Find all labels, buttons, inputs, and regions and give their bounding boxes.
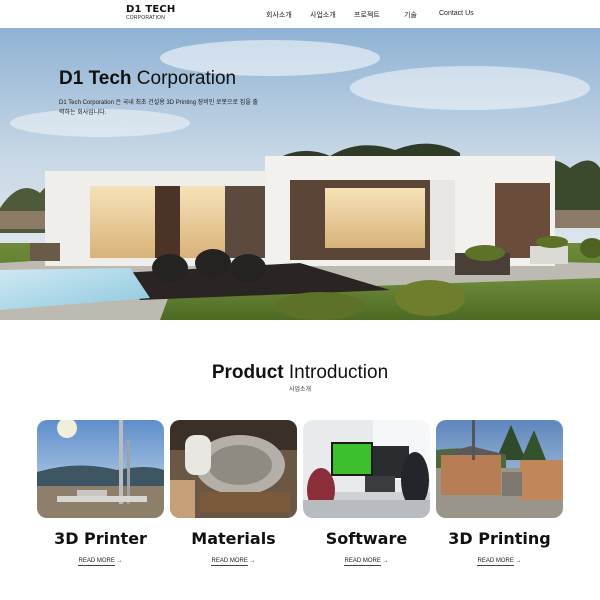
software-image [303, 420, 430, 518]
hero-title-bold: D1 Tech [59, 68, 132, 89]
arrow-right-icon: → [515, 558, 522, 564]
nav-item-project[interactable]: 프로젝트 [354, 10, 380, 20]
read-more-link-3d-printer[interactable]: READ MORE → [37, 558, 164, 566]
product-title-3d-printer: 3D Printer [54, 529, 147, 548]
hero-title: D1 Tech Corporation [59, 68, 236, 90]
hero-title-light: Corporation [136, 68, 237, 89]
nav-item-contact[interactable]: Contact Us [439, 10, 474, 17]
product-card-materials[interactable] [170, 420, 297, 518]
section-title-bold: Product [211, 362, 284, 383]
read-more-link-3d-printing[interactable]: READ MORE → [436, 558, 563, 566]
read-more-link-materials[interactable]: READ MORE → [170, 558, 297, 566]
arrow-right-icon: → [249, 558, 256, 564]
read-more-link-software[interactable]: READ MORE → [303, 558, 430, 566]
product-card-3d-printing[interactable] [436, 420, 563, 518]
read-more-label: READ MORE [477, 558, 514, 566]
section-title-light: Introduction [288, 362, 389, 383]
hero-description: D1 Tech Corporation 은 국내 최초 건설용 3D Print… [59, 100, 258, 116]
main-nav: 회사소개 사업소개 프로젝트 기술 Contact Us [0, 10, 600, 22]
materials-image [170, 420, 297, 518]
nav-item-company[interactable]: 회사소개 [266, 10, 292, 20]
nav-item-technology[interactable]: 기술 [404, 10, 417, 20]
section-title: Product Introduction [0, 362, 600, 384]
product-title-software: Software [325, 529, 408, 548]
product-card-software[interactable] [303, 420, 430, 518]
arrow-right-icon: → [382, 558, 389, 564]
3d-printing-image [436, 420, 563, 518]
3d-printer-image [37, 420, 164, 518]
product-title-materials: Materials [191, 529, 276, 548]
read-more-label: READ MORE [211, 558, 248, 566]
nav-item-business[interactable]: 사업소개 [310, 10, 336, 20]
section-subtitle: 사업소개 [288, 387, 312, 393]
read-more-label: READ MORE [78, 558, 115, 566]
site-header: D1 TECH CORPORATION 회사소개 사업소개 프로젝트 기술 Co… [0, 0, 600, 28]
read-more-label: READ MORE [344, 558, 381, 566]
hero-banner: D1 Tech Corporation D1 Tech Corporation … [0, 28, 600, 320]
product-card-3d-printer[interactable] [37, 420, 164, 518]
product-title-3d-printing: 3D Printing [448, 529, 551, 548]
arrow-right-icon: → [116, 558, 123, 564]
